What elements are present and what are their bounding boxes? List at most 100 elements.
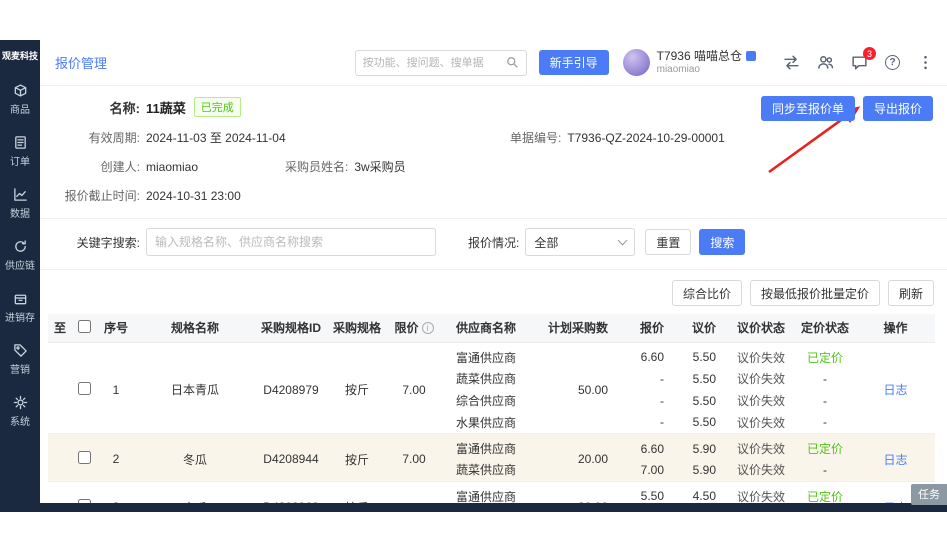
price-status-cell: - [794, 368, 856, 390]
negotiate-cell: 5.50 [676, 368, 728, 390]
negotiate-cell: 4.50 [676, 481, 728, 503]
sidebar-item-system[interactable]: 系统 [10, 395, 30, 428]
price-status-cell: 已定价 [794, 342, 856, 368]
select-all-checkbox[interactable] [78, 320, 91, 333]
task-tab[interactable]: 任务 [911, 484, 947, 505]
sidebar-item-data[interactable]: 数据 [10, 187, 30, 220]
cube-icon [13, 83, 28, 98]
more-menu-icon[interactable] [917, 54, 934, 71]
buyer-pair: 采购员姓名: 3w采购员 [285, 158, 406, 175]
col-spec-name: 规格名称 [136, 314, 254, 342]
sidebar: 观麦科技 商品 订单 数据 供应链 进销存 [0, 40, 40, 503]
switch-account-icon[interactable] [783, 54, 800, 71]
actions-cell: 日志 [856, 434, 935, 482]
sidebar-item-goods[interactable]: 商品 [10, 83, 30, 116]
help-icon[interactable]: ? [885, 55, 900, 70]
compare-prices-button[interactable]: 综合比价 [672, 280, 742, 306]
sidebar-item-label: 供应链 [5, 257, 35, 272]
negotiate-cell: 5.50 [676, 412, 728, 434]
plan-qty-cell: 50.00 [530, 342, 620, 434]
col-limit-price: 限价 [386, 314, 442, 342]
doc-no-label: 单据编号: [510, 129, 561, 146]
page: 观麦科技 商品 订单 数据 供应链 进销存 [0, 0, 947, 548]
checkbox-cell [72, 481, 96, 503]
negotiate-status-cell: 议价失效 [728, 434, 794, 460]
creator-label: 创建人: [40, 158, 140, 175]
col-negotiate-status: 议价状态 [728, 314, 794, 342]
col-plan-qty: 计划采购数 [530, 314, 620, 342]
sidebar-item-inventory[interactable]: 进销存 [5, 291, 35, 324]
global-search-input[interactable] [363, 57, 506, 69]
negotiate-cell: 5.50 [676, 390, 728, 412]
refresh-button[interactable]: 刷新 [888, 280, 934, 306]
user-avatar[interactable] [623, 49, 650, 76]
package-icon [13, 291, 28, 306]
seq-cell: 2 [96, 434, 136, 482]
info-circle-icon[interactable] [422, 322, 434, 334]
row-checkbox[interactable] [78, 451, 91, 464]
window-bottom-bar [0, 503, 947, 512]
user-info[interactable]: T7936 喵喵总仓 miaomiao [657, 49, 756, 77]
question-circle-icon: ? [885, 55, 900, 70]
main-area: 报价管理 新手引导 T7936 喵喵总仓 miaomiao [40, 40, 947, 503]
quote-status-select[interactable]: 全部 [525, 228, 635, 256]
col-quote: 报价 [620, 314, 676, 342]
sidebar-item-label: 订单 [10, 153, 30, 168]
select-all-header [72, 314, 96, 342]
user-subname: miaomiao [657, 64, 756, 77]
supply-chain-icon [13, 239, 28, 254]
col-negotiate: 议价 [676, 314, 728, 342]
quote-cell: - [620, 412, 676, 434]
sidebar-item-supply-chain[interactable]: 供应链 [5, 239, 35, 272]
row-checkbox[interactable] [78, 382, 91, 395]
negotiate-status-cell: 议价失效 [728, 342, 794, 368]
search-button[interactable]: 搜索 [699, 229, 745, 255]
deadline-value: 2024-10-31 23:00 [146, 189, 241, 203]
reset-button[interactable]: 重置 [645, 229, 691, 255]
doc-no-value: T7936-QZ-2024-10-29-00001 [567, 131, 724, 145]
sidebar-item-marketing[interactable]: 营销 [10, 343, 30, 376]
period-row: 有效周期: 2024-11-03 至 2024-11-04 单据编号: T793… [40, 129, 933, 146]
price-status-cell: - [794, 459, 856, 481]
sidebar-item-label: 营销 [10, 361, 30, 376]
supplier-name-cell: 蔬菜供应商 [442, 368, 530, 390]
price-status-cell: 已定价 [794, 481, 856, 503]
breadcrumb[interactable]: 报价管理 [55, 53, 107, 72]
sidebar-item-orders[interactable]: 订单 [10, 135, 30, 168]
export-quotation-button[interactable]: 导出报价 [863, 96, 933, 121]
global-search[interactable] [355, 50, 527, 76]
app-window: 观麦科技 商品 订单 数据 供应链 进销存 [0, 40, 947, 503]
table-row: 3 南瓜 D4208966 按斤 - 富通供应商 30.00 5.50 4.50… [48, 481, 935, 503]
seq-cell: 3 [96, 481, 136, 503]
supplier-name-cell: 综合供应商 [442, 390, 530, 412]
plan-qty-cell: 30.00 [530, 481, 620, 503]
messages-icon[interactable]: 3 [851, 54, 868, 71]
price-status-cell: - [794, 390, 856, 412]
name-label: 名称: [40, 98, 140, 117]
batch-lowest-price-button[interactable]: 按最低报价批量定价 [750, 280, 880, 306]
quote-cell: 6.60 [620, 434, 676, 460]
sidebar-item-label: 系统 [10, 413, 30, 428]
message-count-badge: 3 [863, 47, 876, 60]
guide-button[interactable]: 新手引导 [539, 50, 609, 75]
search-icon [506, 56, 519, 69]
people-icon [817, 54, 834, 71]
spec-id-cell: D4208979 [254, 342, 328, 434]
quote-cell: - [620, 368, 676, 390]
creator-value: miaomiao [146, 160, 198, 174]
table-row: 1 日本青瓜 D4208979 按斤 7.00 富通供应商 50.00 6.60… [48, 342, 935, 368]
negotiate-status-cell: 议价失效 [728, 459, 794, 481]
checkbox-cell [72, 342, 96, 434]
table-header-row: 至 序号 规格名称 采购规格ID 采购规格 限价 供应商名称 计划采购数 报价 … [48, 314, 935, 342]
quote-cell: - [620, 390, 676, 412]
log-link[interactable]: 日志 [883, 383, 907, 397]
log-link[interactable]: 日志 [883, 453, 907, 467]
col-supplier: 供应商名称 [442, 314, 530, 342]
keyword-input[interactable] [146, 228, 436, 256]
doc-no-pair: 单据编号: T7936-QZ-2024-10-29-00001 [510, 129, 725, 146]
contacts-icon[interactable] [817, 54, 834, 71]
status-badge: 已完成 [194, 97, 241, 117]
purchase-spec-cell: 按斤 [328, 481, 386, 503]
col-spec-id: 采购规格ID [254, 314, 328, 342]
sync-to-quotation-button[interactable]: 同步至报价单 [761, 96, 855, 121]
